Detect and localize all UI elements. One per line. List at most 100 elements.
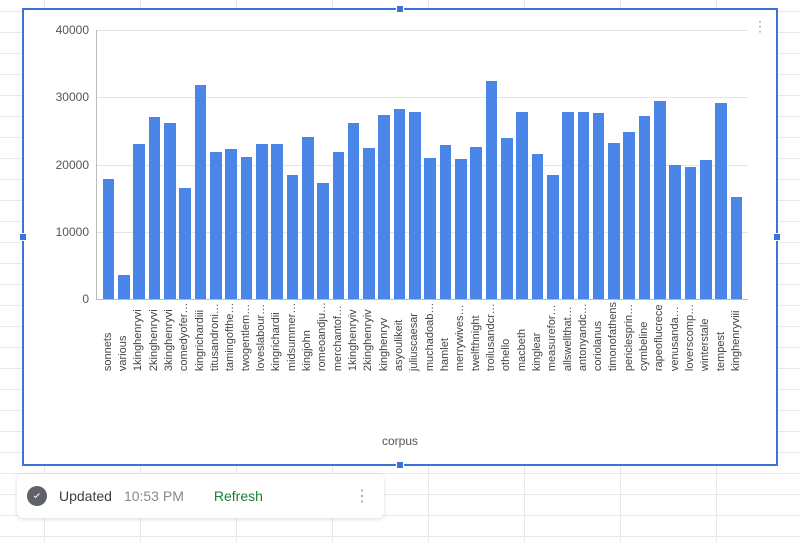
bar[interactable]: [547, 175, 559, 299]
x-tick: macbeth: [514, 302, 529, 371]
bar-slot: [224, 30, 239, 299]
bar-slot: [254, 30, 269, 299]
bar[interactable]: [287, 175, 299, 299]
bar[interactable]: [103, 179, 115, 299]
bar[interactable]: [501, 138, 513, 299]
bar[interactable]: [333, 152, 345, 299]
bar-slot: [346, 30, 361, 299]
bar-slot: [438, 30, 453, 299]
bar[interactable]: [424, 158, 436, 299]
bar[interactable]: [440, 145, 452, 299]
bar[interactable]: [302, 137, 314, 299]
bar-slot: [499, 30, 514, 299]
x-tick: antonyandc…: [575, 302, 590, 371]
bar[interactable]: [470, 147, 482, 299]
x-tick: hamlet: [437, 302, 452, 371]
bar-slot: [147, 30, 162, 299]
resize-handle-n[interactable]: [396, 5, 404, 13]
bar-slot: [269, 30, 284, 299]
bar[interactable]: [715, 103, 727, 299]
x-tick: 2kinghenryvi: [146, 302, 161, 371]
bar-series: [101, 30, 744, 299]
bar[interactable]: [516, 112, 528, 299]
bar[interactable]: [654, 101, 666, 299]
x-tick: cymbeline: [636, 302, 651, 371]
bar[interactable]: [210, 152, 222, 299]
status-check-icon: [27, 486, 47, 506]
bar-slot: [178, 30, 193, 299]
bar[interactable]: [241, 157, 253, 299]
bar[interactable]: [639, 116, 651, 299]
x-tick: timonofathens: [606, 302, 621, 371]
bar-slot: [453, 30, 468, 299]
bar[interactable]: [455, 159, 467, 299]
x-tick: venusanda…: [667, 302, 682, 371]
bar[interactable]: [195, 85, 207, 299]
bar[interactable]: [149, 117, 161, 299]
bar[interactable]: [608, 143, 620, 299]
x-tick: loverscomp…: [682, 302, 697, 371]
x-tick: sonnets: [100, 302, 115, 371]
bar[interactable]: [348, 123, 360, 299]
refresh-button[interactable]: Refresh: [214, 488, 263, 504]
bar-slot: [361, 30, 376, 299]
bar[interactable]: [685, 167, 697, 299]
x-tick: merchantof…: [330, 302, 345, 371]
bar[interactable]: [118, 275, 130, 299]
bar[interactable]: [532, 154, 544, 299]
bar-slot: [698, 30, 713, 299]
bar[interactable]: [623, 132, 635, 299]
bar-slot: [668, 30, 683, 299]
bar[interactable]: [225, 149, 237, 299]
x-tick: 1kinghenryiv: [345, 302, 360, 371]
bar[interactable]: [562, 112, 574, 299]
resize-handle-s[interactable]: [396, 461, 404, 469]
kebab-icon: ⋮: [753, 19, 767, 33]
bar-slot: [514, 30, 529, 299]
x-tick: coriolanus: [591, 302, 606, 371]
bar[interactable]: [700, 160, 712, 299]
bar[interactable]: [317, 183, 329, 299]
x-axis-title: corpus: [24, 434, 776, 448]
x-tick: juliuscaesar: [407, 302, 422, 371]
bar[interactable]: [593, 113, 605, 299]
x-tick: winterstale: [698, 302, 713, 371]
x-tick: comedyofer…: [177, 302, 192, 371]
x-tick: kingrichardii: [269, 302, 284, 371]
x-tick: kinghenryv: [376, 302, 391, 371]
resize-handle-w[interactable]: [19, 233, 27, 241]
bar[interactable]: [378, 115, 390, 299]
x-tick: kingjohn: [299, 302, 314, 371]
bar[interactable]: [731, 197, 743, 299]
bar-slot: [469, 30, 484, 299]
bar[interactable]: [409, 112, 421, 299]
chart-object[interactable]: ⋮ 010000200003000040000 sonnetsvarious1k…: [22, 8, 778, 466]
status-menu-button[interactable]: ⋮: [350, 484, 374, 508]
bar-slot: [331, 30, 346, 299]
resize-handle-e[interactable]: [773, 233, 781, 241]
bar[interactable]: [578, 112, 590, 299]
bar-slot: [407, 30, 422, 299]
bar[interactable]: [271, 144, 283, 299]
bar[interactable]: [363, 148, 375, 299]
bar-slot: [193, 30, 208, 299]
bar[interactable]: [256, 144, 268, 299]
plot-area: 010000200003000040000: [96, 30, 748, 300]
status-label: Updated: [59, 488, 112, 504]
bar[interactable]: [394, 109, 406, 299]
x-tick: muchadoab…: [422, 302, 437, 371]
bar-slot: [622, 30, 637, 299]
bar-slot: [606, 30, 621, 299]
bar[interactable]: [164, 123, 176, 299]
y-tick-label: 20000: [56, 158, 97, 172]
x-tick: loveslabour…: [253, 302, 268, 371]
y-tick-label: 40000: [56, 23, 97, 37]
bar[interactable]: [486, 81, 498, 299]
bar[interactable]: [179, 188, 191, 299]
bar[interactable]: [133, 144, 145, 299]
x-tick: rapeoflucrece: [652, 302, 667, 371]
bar[interactable]: [669, 165, 681, 299]
chart-menu-button[interactable]: ⋮: [750, 16, 770, 36]
bar-slot: [208, 30, 223, 299]
x-tick: troilusandcr…: [483, 302, 498, 371]
